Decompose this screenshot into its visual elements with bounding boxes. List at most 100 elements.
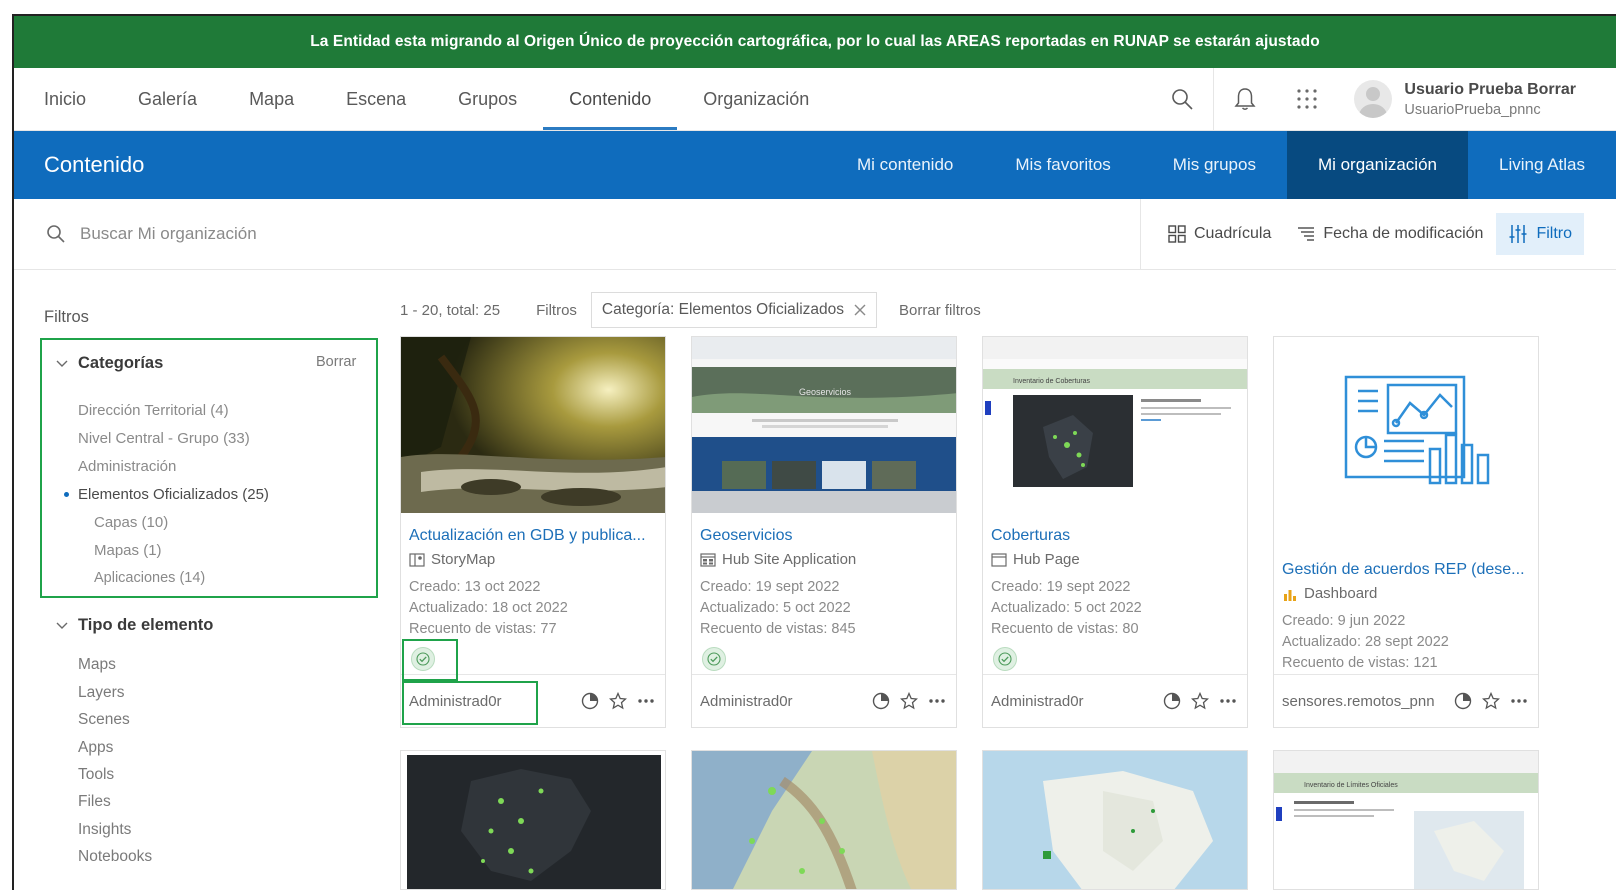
search-button[interactable] (1151, 68, 1213, 130)
type-item-insights[interactable]: Insights (78, 821, 131, 839)
card-created: Creado: 9 jun 2022 (1282, 613, 1406, 629)
tab-mi-organizacion[interactable]: Mi organización (1286, 131, 1468, 199)
filter-chip-label: Categoría: Elementos Oficializados (601, 301, 845, 318)
clear-categories-link[interactable]: Borrar (316, 354, 356, 370)
filter-chip[interactable]: Categoría: Elementos Oficializados (590, 292, 878, 328)
item-card[interactable]: Inventario de Coberturas Coberturas Hub … (982, 336, 1248, 728)
item-card[interactable]: Gestión de acuerdos REP (dese... Dashboa… (1273, 336, 1539, 728)
card-created: Creado: 19 sept 2022 (700, 579, 840, 595)
filter-sliders-icon (1509, 225, 1527, 243)
category-label: Elementos Oficializados (78, 486, 239, 503)
subcategory-item[interactable]: Capas (10) (94, 514, 168, 531)
category-item[interactable]: Dirección Territorial (4) (78, 402, 229, 419)
type-item-tools[interactable]: Tools (78, 766, 114, 784)
card-title[interactable]: Actualización en GDB y publica... (409, 527, 661, 545)
share-status-icon[interactable] (872, 692, 890, 710)
star-icon[interactable] (609, 692, 627, 710)
category-label: Capas (94, 514, 138, 531)
user-name: Usuario Prueba Borrar (1404, 80, 1576, 98)
user-menu[interactable]: Usuario Prueba Borrar UsuarioPrueba_pnnc (1338, 80, 1616, 118)
clear-filters-link[interactable]: Borrar filtros (899, 302, 981, 319)
grid-icon (1168, 225, 1186, 243)
tab-mi-contenido[interactable]: Mi contenido (826, 131, 984, 199)
filter-toggle-button[interactable]: Filtro (1496, 213, 1584, 255)
card-views: Recuento de vistas: 121 (1282, 655, 1438, 671)
tab-mis-favoritos[interactable]: Mis favoritos (984, 131, 1141, 199)
card-owner[interactable]: sensores.remotos_pnn (1274, 693, 1444, 710)
type-item-apps[interactable]: Apps (78, 739, 113, 757)
results-summary: 1 - 20, total: 25 (400, 301, 501, 319)
item-card[interactable] (982, 750, 1248, 890)
card-title[interactable]: Gestión de acuerdos REP (dese... (1282, 561, 1534, 579)
item-type-heading: Tipo de elemento (78, 616, 214, 634)
card-owner[interactable]: Administrad0r (692, 693, 862, 710)
category-count: (4) (210, 402, 229, 419)
share-status-icon[interactable] (1163, 692, 1181, 710)
user-handle: UsuarioPrueba_pnnc (1404, 101, 1541, 118)
star-icon[interactable] (900, 692, 918, 710)
close-icon[interactable] (854, 304, 866, 316)
categories-header[interactable]: Categorías (56, 354, 163, 373)
card-title[interactable]: Geoservicios (700, 527, 952, 545)
nav-mapa[interactable]: Mapa (223, 68, 320, 130)
type-item-layers[interactable]: Layers (78, 684, 125, 702)
category-item[interactable]: Nivel Central - Grupo (33) (78, 430, 250, 447)
item-card[interactable] (400, 750, 666, 890)
category-label: Mapas (94, 542, 140, 559)
card-thumbnail[interactable] (401, 337, 665, 513)
type-item-scenes[interactable]: Scenes (78, 711, 130, 729)
card-title[interactable]: Coberturas (991, 527, 1243, 545)
star-icon[interactable] (1191, 692, 1209, 710)
owner-highlight (402, 681, 538, 725)
avatar (1354, 80, 1393, 118)
more-options-icon[interactable] (1219, 698, 1237, 704)
sort-button[interactable]: Fecha de modificación (1284, 199, 1496, 269)
tab-living-atlas[interactable]: Living Atlas (1468, 131, 1616, 199)
sort-icon (1298, 227, 1315, 241)
nav-inicio[interactable]: Inicio (14, 68, 112, 130)
card-thumbnail[interactable]: Inventario de Coberturas (983, 337, 1247, 513)
category-count: (1) (143, 542, 162, 559)
type-item-maps[interactable]: Maps (78, 656, 116, 674)
item-card[interactable]: Geoservicios Geoservicios Hub Site Appli… (691, 336, 957, 728)
item-card[interactable]: Inventario de Límites Oficiales (1273, 750, 1539, 890)
nav-galeria[interactable]: Galería (112, 68, 223, 130)
share-status-icon[interactable] (581, 692, 599, 710)
category-item-selected[interactable]: Elementos Oficializados (25) (78, 486, 269, 503)
card-updated: Actualizado: 28 sept 2022 (1282, 634, 1449, 650)
search-input[interactable] (78, 223, 582, 245)
item-type-header[interactable]: Tipo de elemento (56, 616, 213, 635)
category-count: (10) (141, 514, 169, 531)
item-card[interactable] (691, 750, 957, 890)
card-thumbnail[interactable] (1274, 337, 1538, 547)
storymap-icon (409, 552, 425, 567)
nav-organizacion[interactable]: Organización (677, 68, 835, 130)
nav-contenido[interactable]: Contenido (543, 68, 678, 130)
categories-heading: Categorías (78, 354, 164, 372)
card-thumbnail[interactable]: Geoservicios (692, 337, 956, 513)
type-item-notebooks[interactable]: Notebooks (78, 848, 152, 866)
category-label: Administración (78, 458, 177, 475)
more-options-icon[interactable] (637, 698, 655, 704)
nav-escena[interactable]: Escena (320, 68, 432, 130)
nav-grupos[interactable]: Grupos (432, 68, 543, 130)
star-icon[interactable] (1482, 692, 1500, 710)
subcategory-item[interactable]: Aplicaciones (14) (94, 570, 205, 586)
hub-site-icon (700, 552, 716, 567)
tab-mis-grupos[interactable]: Mis grupos (1142, 131, 1287, 199)
category-item[interactable]: Administración (78, 458, 176, 475)
bell-icon (1234, 88, 1256, 110)
more-options-icon[interactable] (1510, 698, 1528, 704)
notifications-button[interactable] (1214, 68, 1276, 130)
grid-view-button[interactable]: Cuadrícula (1155, 199, 1284, 269)
type-item-files[interactable]: Files (78, 793, 111, 811)
thumb-title: Geoservicios (799, 387, 852, 397)
search-toolbar: Cuadrícula Fecha de modificación Filtro (14, 199, 1616, 270)
card-owner[interactable]: Administrad0r (983, 693, 1153, 710)
card-views: Recuento de vistas: 845 (700, 621, 856, 637)
app-launcher-button[interactable] (1276, 68, 1338, 130)
subcategory-item[interactable]: Mapas (1) (94, 542, 162, 559)
share-status-icon[interactable] (1454, 692, 1472, 710)
card-created: Creado: 13 oct 2022 (409, 579, 541, 595)
more-options-icon[interactable] (928, 698, 946, 704)
